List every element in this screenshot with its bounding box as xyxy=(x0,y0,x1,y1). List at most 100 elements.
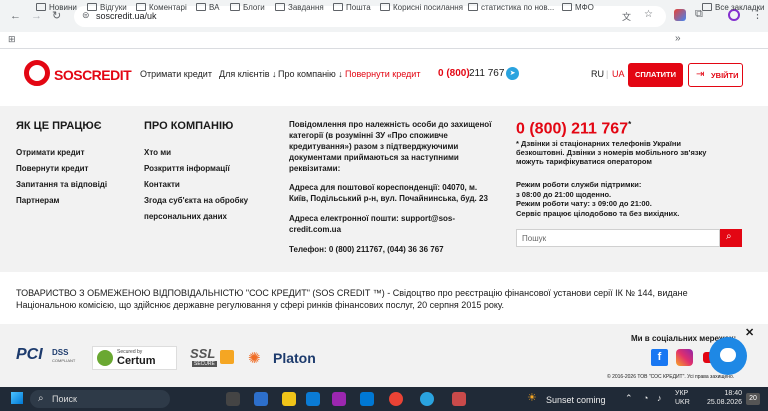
notice-line: реквізитами: xyxy=(289,164,341,173)
footer-search-input[interactable]: Пошук xyxy=(516,229,720,247)
certum-text: Certum xyxy=(117,355,156,367)
network-icon[interactable]: ◔ xyxy=(643,393,648,403)
legal-line: ТОВАРИСТВО З ОБМЕЖЕНОЮ ВІДПОВІДАЛЬНІСТЮ … xyxy=(16,288,688,298)
lang-separator: | xyxy=(606,69,609,79)
footer-search-button[interactable]: ⌕ xyxy=(720,229,742,247)
weather-icon[interactable]: ☀ xyxy=(527,391,537,404)
about-link-consent-2[interactable]: персональних даних xyxy=(144,212,227,221)
bookmark-folder-9[interactable]: МФО xyxy=(562,3,594,12)
nav-repay-credit[interactable]: Повернути кредит xyxy=(345,69,420,79)
app-icon[interactable] xyxy=(360,392,374,406)
pay-button[interactable]: СПЛАТИТИ xyxy=(628,63,683,87)
bookmark-folder-2[interactable]: Коментарі xyxy=(136,3,187,12)
nav-for-clients[interactable]: Для клієнтів ↓ xyxy=(219,69,276,79)
facebook-icon[interactable]: f xyxy=(651,349,668,366)
tray-chevron-icon[interactable]: ⌃ xyxy=(625,393,633,404)
edge-icon[interactable] xyxy=(306,392,320,406)
app-icon[interactable] xyxy=(452,392,466,406)
bookmark-star-icon[interactable]: ☆ xyxy=(644,9,653,20)
bookmark-folder-4[interactable]: Блоги xyxy=(230,3,265,12)
lang-ru[interactable]: RU xyxy=(591,69,604,79)
more-bookmarks-icon[interactable]: » xyxy=(675,33,681,44)
footer-phone-number[interactable]: 0 (800) 211 767 xyxy=(516,120,628,137)
translate-icon[interactable]: 文 xyxy=(622,10,631,23)
clock-date: 25.08.2026 xyxy=(706,399,742,406)
taskbar-search[interactable]: ⌕ Поиск xyxy=(30,390,170,408)
instagram-icon[interactable] xyxy=(676,349,693,366)
lifebuoy-logo-icon[interactable] xyxy=(24,60,50,86)
volume-icon[interactable]: ♪ xyxy=(657,393,662,403)
hours-line: Режим роботи чату: з 09:00 до 21:00. xyxy=(516,199,652,208)
pci-dss-badge: PCI DSS COMPLIANT xyxy=(16,344,76,370)
lang-ua[interactable]: UA xyxy=(612,69,625,79)
platon-badge: ✺ Platon xyxy=(248,348,328,368)
login-button[interactable]: ⇥ УВІЙТИ xyxy=(688,63,743,87)
phone-numbers[interactable]: Телефон: 0 (800) 211767, (044) 36 36 767 xyxy=(289,244,509,255)
nav-about-company[interactable]: Про компанію ↓ xyxy=(278,69,343,79)
pci-compliant-text: COMPLIANT xyxy=(52,358,76,363)
chat-bubble-button[interactable] xyxy=(709,337,747,375)
clock[interactable]: 18:40 25.08.2026 xyxy=(700,389,742,407)
close-chat-icon[interactable]: ✕ xyxy=(745,326,754,339)
address-line: Київ, Подільський р-н, вул. Почайнинська… xyxy=(289,194,488,203)
about-link-who[interactable]: Хто ми xyxy=(144,148,171,157)
note-line: безкоштовні. Дзвінки з номерів мобільног… xyxy=(516,148,707,157)
notice-line: документами приймаються за наступними xyxy=(289,153,459,162)
bookmark-folder-0[interactable]: Новини xyxy=(36,3,77,12)
windows-start-icon[interactable] xyxy=(11,392,23,404)
how-link-partners[interactable]: Партнерам xyxy=(16,196,59,205)
login-arrow-icon: ⇥ xyxy=(696,69,705,80)
ssl-text: SSL xyxy=(190,346,216,361)
email-line[interactable]: Адреса електронної пошти: support@sos- xyxy=(289,213,509,224)
bookmark-folder-3[interactable]: ВА xyxy=(196,3,219,12)
ssl-secure-text: SECURE xyxy=(192,361,217,367)
search-icon: ⌕ xyxy=(726,231,732,242)
about-link-disclosure[interactable]: Розкриття інформації xyxy=(144,164,230,173)
header-phone-number[interactable]: 211 767 xyxy=(469,68,504,79)
apps-grid-icon[interactable]: ⊞ xyxy=(8,34,16,45)
how-link-repay[interactable]: Повернути кредит xyxy=(16,164,88,173)
task-view-icon[interactable] xyxy=(226,392,240,406)
notification-badge[interactable]: 20 xyxy=(746,393,760,405)
logo-text[interactable]: SOSCREDIT xyxy=(54,67,132,83)
copyright: © 2016-2026 ТОВ "СОС КРЕДИТ". Усі права … xyxy=(607,374,735,380)
nav-get-credit[interactable]: Отримати кредит xyxy=(140,69,212,79)
hours-line: Режим роботи служби підтримки: xyxy=(516,180,642,189)
url-text[interactable]: soscredit.ua/uk xyxy=(96,11,157,21)
back-icon[interactable]: ← xyxy=(10,10,21,22)
bookmark-folder-5[interactable]: Завдання xyxy=(275,3,324,12)
how-it-works-title: ЯК ЦЕ ПРАЦЮЄ xyxy=(16,120,102,132)
bookmark-folder-8[interactable]: статистика по нов... xyxy=(468,3,554,12)
about-link-contacts[interactable]: Контакти xyxy=(144,180,180,189)
telegram-taskbar-icon[interactable] xyxy=(420,392,434,406)
login-button-label: УВІЙТИ xyxy=(711,71,739,80)
weather-label[interactable]: Sunset coming xyxy=(546,395,606,405)
call-tariff-note: * Дзвінки зі стаціонарних телефонів Укра… xyxy=(516,139,756,166)
header-phone-prefix[interactable]: 0 (800) xyxy=(438,68,470,79)
how-link-faq[interactable]: Запитання та відповіді xyxy=(16,180,107,189)
about-link-consent[interactable]: Згода суб'єкта на обробку xyxy=(144,196,248,205)
app-icon[interactable] xyxy=(332,392,346,406)
bookmark-folder-7[interactable]: Корисні посилання xyxy=(380,3,463,12)
bookmark-folder-6[interactable]: Пошта xyxy=(333,3,371,12)
chrome-icon[interactable] xyxy=(389,392,403,406)
extension-icon[interactable] xyxy=(674,9,686,21)
email-address[interactable]: Адреса електронної пошти: support@sos- c… xyxy=(289,213,509,235)
footer-phone[interactable]: 0 (800) 211 767* xyxy=(516,120,631,138)
address-line: Адреса для поштової кореспонденції: 0407… xyxy=(289,183,478,192)
platon-text: Platon xyxy=(273,350,316,366)
bookmark-folder-1[interactable]: Відгуки xyxy=(87,3,127,12)
telegram-icon[interactable]: ➤ xyxy=(506,67,519,80)
app-icon[interactable] xyxy=(254,392,268,406)
padlock-icon xyxy=(220,350,234,364)
clock-time: 18:40 xyxy=(724,390,742,397)
search-placeholder: Пошук xyxy=(522,234,547,243)
notice-line: Повідомлення про належність особи до зах… xyxy=(289,120,492,129)
keyboard-language[interactable]: УКР UKR xyxy=(675,389,690,407)
postal-address: Адреса для поштової кореспонденції: 0407… xyxy=(289,182,509,204)
all-bookmarks[interactable]: Все закладки xyxy=(702,3,764,12)
file-explorer-icon[interactable] xyxy=(282,392,296,406)
taskbar-search-label: Поиск xyxy=(52,394,77,404)
email-line[interactable]: credit.com.ua xyxy=(289,224,509,235)
how-link-get-credit[interactable]: Отримати кредит xyxy=(16,148,85,157)
